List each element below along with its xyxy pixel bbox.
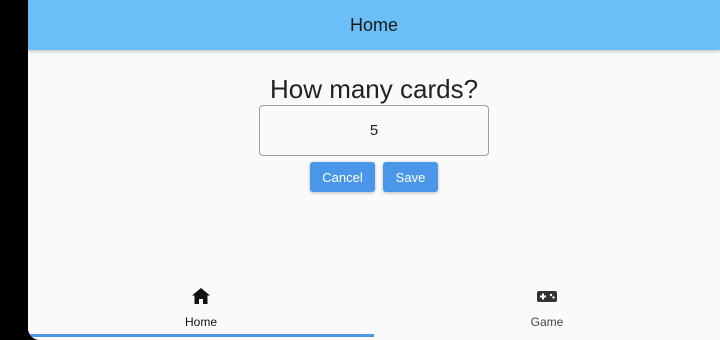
cancel-button[interactable]: Cancel <box>310 162 375 192</box>
nav-item-game[interactable]: Game <box>374 280 720 337</box>
nav-label-home: Home <box>184 315 217 329</box>
nav-item-home[interactable]: Home <box>28 280 374 337</box>
card-count-input[interactable] <box>259 105 489 156</box>
card-count-prompt: How many cards? <box>269 74 479 104</box>
page-title: Home <box>349 15 398 35</box>
app-bar: Home <box>28 0 720 50</box>
bottom-navigation: Home Game <box>28 280 720 340</box>
gamepad-icon <box>536 287 558 305</box>
home-icon <box>190 287 212 305</box>
app-screen: Home How many cards? Cancel Save Home <box>28 0 720 340</box>
selected-tab-indicator <box>28 334 374 337</box>
save-button[interactable]: Save <box>383 162 438 192</box>
nav-label-game: Game <box>530 315 564 329</box>
main-content: How many cards? Cancel Save <box>28 50 720 280</box>
